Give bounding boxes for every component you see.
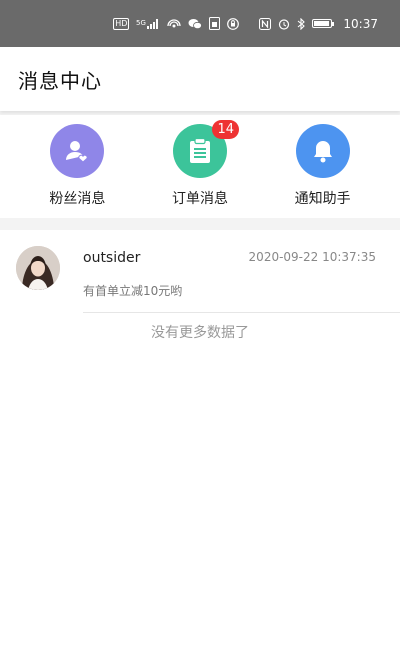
category-label: 订单消息 xyxy=(171,191,228,207)
orders-icon-circle: 14 xyxy=(172,120,239,178)
alarm-icon xyxy=(278,18,290,30)
svg-text:5G: 5G xyxy=(136,19,146,27)
fans-icon-circle xyxy=(50,124,105,178)
hotspot-icon xyxy=(167,18,182,30)
wechat-icon xyxy=(188,18,203,30)
hd-icon: HD xyxy=(113,17,130,30)
user-heart-icon xyxy=(66,141,88,163)
message-categories: 粉丝消息 14 订单消息 通知助手 xyxy=(0,115,400,218)
sender-name: outsider xyxy=(83,250,141,266)
clipboard-icon xyxy=(189,138,210,163)
message-time: 2020-09-22 10:37:35 xyxy=(248,250,376,264)
category-notifications[interactable]: 通知助手 xyxy=(268,124,378,208)
order-count-badge: 14 xyxy=(212,120,239,139)
status-bar: HD 5G 10:37 xyxy=(0,0,400,47)
message-preview: 有首单立减10元哟 xyxy=(83,284,183,298)
nfc-icon xyxy=(259,17,272,30)
message-list: outsider 2020-09-22 10:37:35 有首单立减10元哟 没… xyxy=(0,230,400,660)
category-label: 通知助手 xyxy=(294,191,351,207)
vpn-icon xyxy=(227,17,240,30)
category-label: 粉丝消息 xyxy=(49,191,106,207)
divider xyxy=(83,312,400,313)
avatar xyxy=(16,246,60,290)
category-fans[interactable]: 粉丝消息 xyxy=(22,124,132,208)
bluetooth-icon xyxy=(297,17,306,30)
bell-icon xyxy=(313,141,332,163)
signal-5g-icon: 5G xyxy=(136,18,160,30)
notifications-icon-circle xyxy=(295,124,350,178)
page-title: 消息中心 xyxy=(18,68,102,93)
sim-icon xyxy=(209,17,221,30)
category-orders[interactable]: 14 订单消息 xyxy=(145,120,255,208)
page-header: 消息中心 xyxy=(0,47,400,111)
battery-icon xyxy=(312,19,335,28)
list-item[interactable]: outsider 2020-09-22 10:37:35 有首单立减10元哟 xyxy=(0,230,400,313)
status-time: 10:37 xyxy=(343,16,378,31)
no-more-data-text: 没有更多数据了 xyxy=(151,325,249,341)
